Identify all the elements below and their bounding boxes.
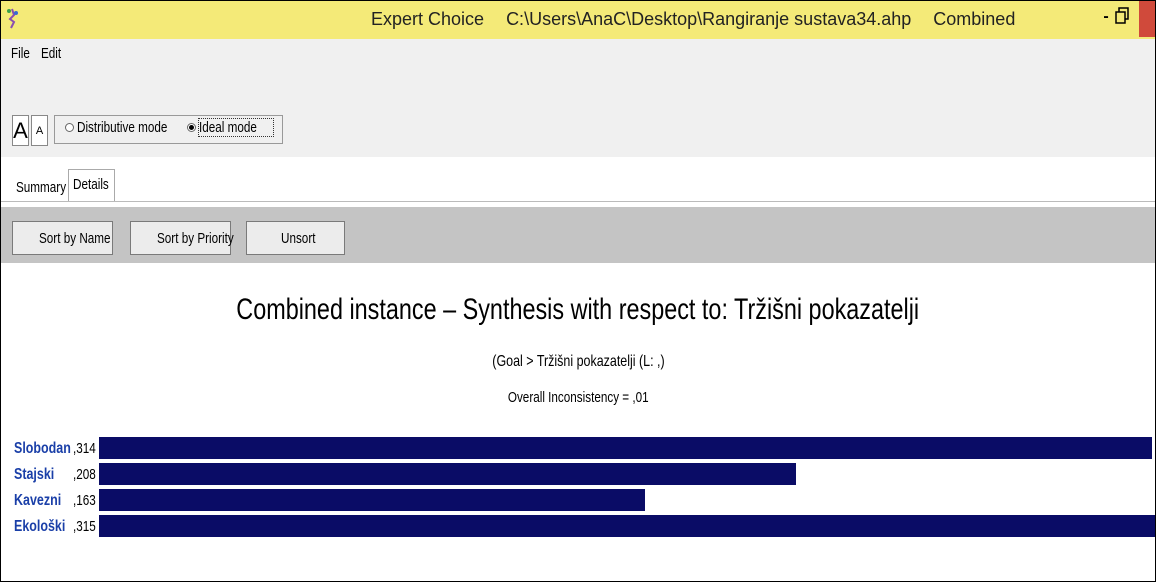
- distributive-mode-label[interactable]: Distributive mode: [77, 119, 193, 136]
- menu-file[interactable]: File: [11, 45, 35, 62]
- file-path: C:\Users\AnaC\Desktop\Rangiranje sustava…: [506, 9, 912, 29]
- synthesis-subtitle: (Goal > Tržišni pokazatelji (L: ,): [491, 353, 665, 370]
- bar-value-label: ,163: [73, 492, 96, 509]
- toolbar: A A Distributive mode Ideal mode: [1, 67, 1155, 157]
- bar-value-label: ,208: [73, 466, 96, 483]
- synthesis-title: Combined instance – Synthesis with respe…: [236, 293, 920, 326]
- window-title: Expert Choice C:\Users\AnaC\Desktop\Rangi…: [371, 9, 1059, 30]
- bar-row: Slobodan ,314: [1, 437, 1155, 463]
- distributive-mode-radio[interactable]: [65, 123, 74, 132]
- unsort-button[interactable]: Unsort: [246, 221, 345, 255]
- sort-button-bar: Sort by Name Sort by Priority Unsort: [1, 207, 1155, 263]
- font-increase-button[interactable]: A: [12, 115, 29, 146]
- synthesis-panel: Combined instance – Synthesis with respe…: [1, 263, 1155, 581]
- restore-button[interactable]: [1115, 7, 1129, 25]
- tab-divider: [1, 201, 1155, 202]
- priority-bar: [99, 463, 796, 485]
- menu-bar: File Edit: [1, 39, 1155, 68]
- sort-by-name-button[interactable]: Sort by Name: [12, 221, 113, 255]
- tab-details[interactable]: Details: [68, 169, 115, 201]
- tab-summary[interactable]: Summary: [12, 173, 66, 201]
- bar-row: Stajski ,208: [1, 463, 1155, 489]
- bar-label: Stajski: [14, 466, 55, 483]
- mode-radio-group: Distributive mode Ideal mode: [54, 115, 283, 144]
- title-bar: Expert Choice C:\Users\AnaC\Desktop\Rangi…: [1, 1, 1155, 39]
- ideal-mode-radio[interactable]: [187, 123, 196, 132]
- bar-value-label: ,315: [73, 518, 96, 535]
- close-button[interactable]: [1139, 1, 1155, 37]
- ideal-mode-label[interactable]: Ideal mode: [197, 118, 275, 137]
- minimize-button[interactable]: -: [1095, 6, 1117, 28]
- bar-value-label: ,314: [73, 440, 96, 457]
- bar-label: Ekološki: [14, 518, 66, 535]
- app-name: Expert Choice: [371, 9, 485, 29]
- font-decrease-button[interactable]: A: [31, 115, 48, 146]
- bar-label: Kavezni: [14, 492, 62, 509]
- expert-choice-logo-icon: [7, 8, 18, 29]
- sort-by-priority-button[interactable]: Sort by Priority: [130, 221, 234, 255]
- menu-edit[interactable]: Edit: [41, 45, 67, 62]
- priority-bar: [99, 489, 645, 511]
- overall-inconsistency: Overall Inconsistency = ,01: [507, 389, 649, 406]
- priority-bar: [99, 515, 1155, 537]
- bar-row: Ekološki ,315: [1, 515, 1155, 541]
- bar-row: Kavezni ,163: [1, 489, 1155, 515]
- priority-bar: [99, 437, 1152, 459]
- view-name: Combined: [933, 9, 1016, 29]
